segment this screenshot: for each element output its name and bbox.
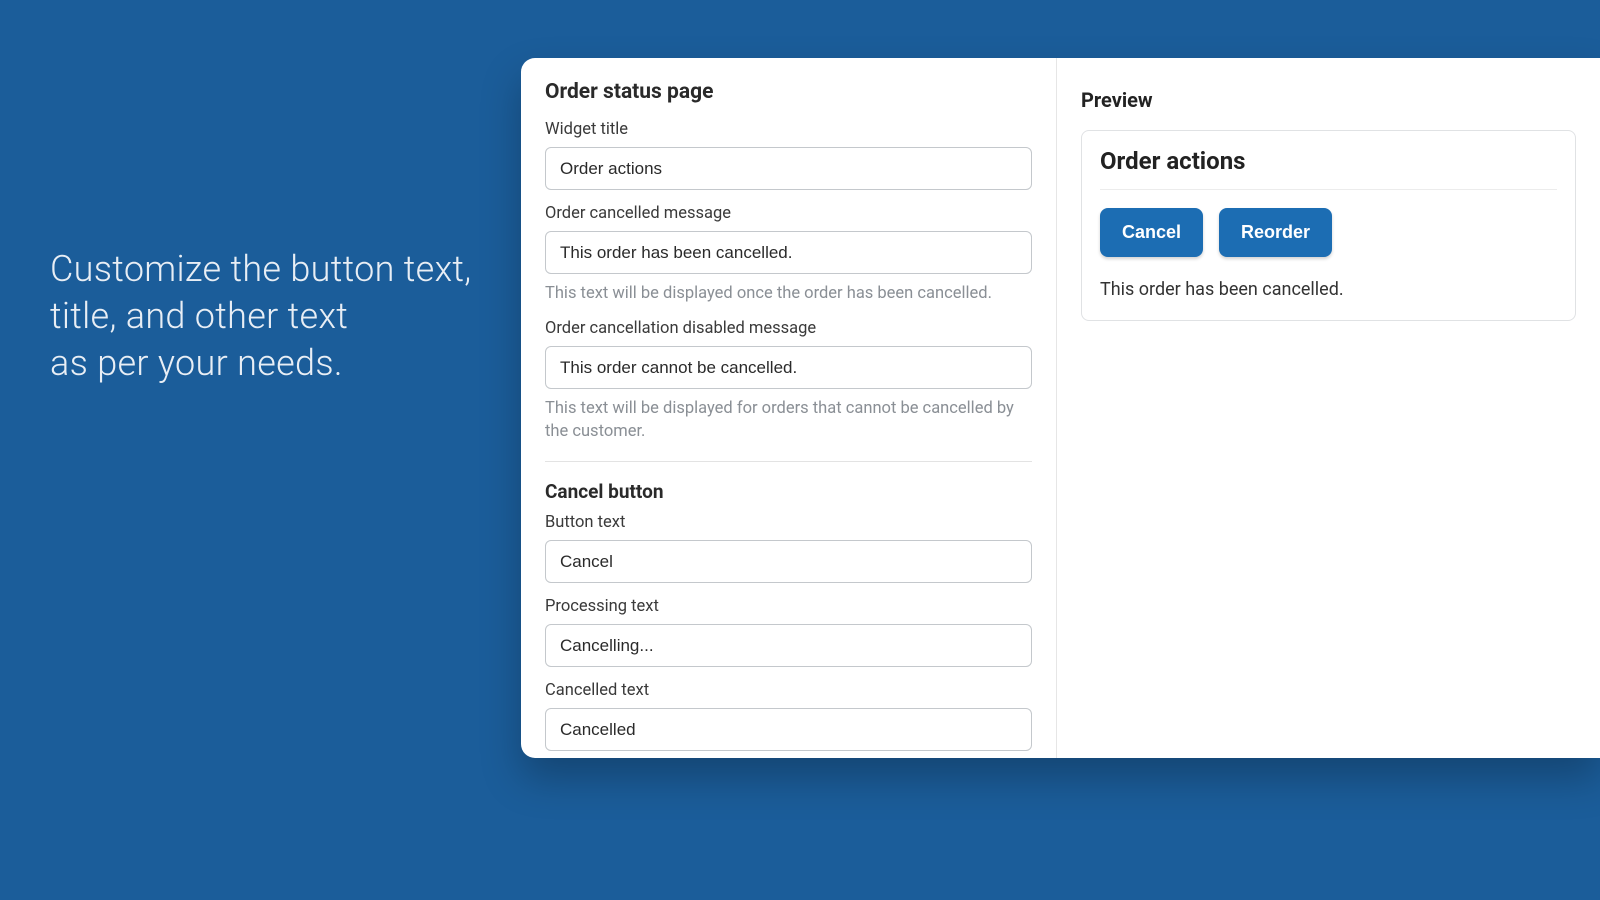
preview-card: Order actions Cancel Reorder This order … <box>1081 130 1576 321</box>
label-widget-title: Widget title <box>545 120 1032 139</box>
input-cancelled-text[interactable] <box>545 708 1032 751</box>
field-processing-text: Processing text <box>545 597 1032 667</box>
field-button-text: Button text <box>545 513 1032 583</box>
hero-line: title, and other text <box>50 293 472 340</box>
label-button-text: Button text <box>545 513 1032 532</box>
label-processing-text: Processing text <box>545 597 1032 616</box>
label-order-cancellation-disabled-message: Order cancellation disabled message <box>545 319 1032 338</box>
field-order-cancelled-message: Order cancelled message This text will b… <box>545 204 1032 305</box>
help-order-cancellation-disabled-message: This text will be displayed for orders t… <box>545 397 1032 443</box>
input-order-cancellation-disabled-message[interactable] <box>545 346 1032 389</box>
hero-line: Customize the button text, <box>50 246 472 293</box>
section-heading-order-status-page: Order status page <box>545 80 1032 104</box>
input-processing-text[interactable] <box>545 624 1032 667</box>
cancel-button[interactable]: Cancel <box>1100 208 1203 257</box>
preview-button-row: Cancel Reorder <box>1100 208 1557 257</box>
preview-card-title: Order actions <box>1100 147 1557 190</box>
field-widget-title: Widget title <box>545 120 1032 190</box>
label-order-cancelled-message: Order cancelled message <box>545 204 1032 223</box>
settings-card: Order status page Widget title Order can… <box>521 58 1600 758</box>
preview-cancelled-message: This order has been cancelled. <box>1100 279 1557 300</box>
hero-line: as per your needs. <box>50 340 472 387</box>
divider <box>545 461 1032 462</box>
field-order-cancellation-disabled-message: Order cancellation disabled message This… <box>545 319 1032 443</box>
help-order-cancelled-message: This text will be displayed once the ord… <box>545 282 1032 305</box>
reorder-button[interactable]: Reorder <box>1219 208 1332 257</box>
input-widget-title[interactable] <box>545 147 1032 190</box>
preview-panel: Preview Order actions Cancel Reorder Thi… <box>1057 58 1600 758</box>
label-cancelled-text: Cancelled text <box>545 681 1032 700</box>
hero-description: Customize the button text, title, and ot… <box>50 246 472 386</box>
input-order-cancelled-message[interactable] <box>545 231 1032 274</box>
input-button-text[interactable] <box>545 540 1032 583</box>
settings-form-panel: Order status page Widget title Order can… <box>521 58 1057 758</box>
section-heading-cancel-button: Cancel button <box>545 480 1032 503</box>
field-cancelled-text: Cancelled text <box>545 681 1032 751</box>
preview-title: Preview <box>1081 88 1576 112</box>
